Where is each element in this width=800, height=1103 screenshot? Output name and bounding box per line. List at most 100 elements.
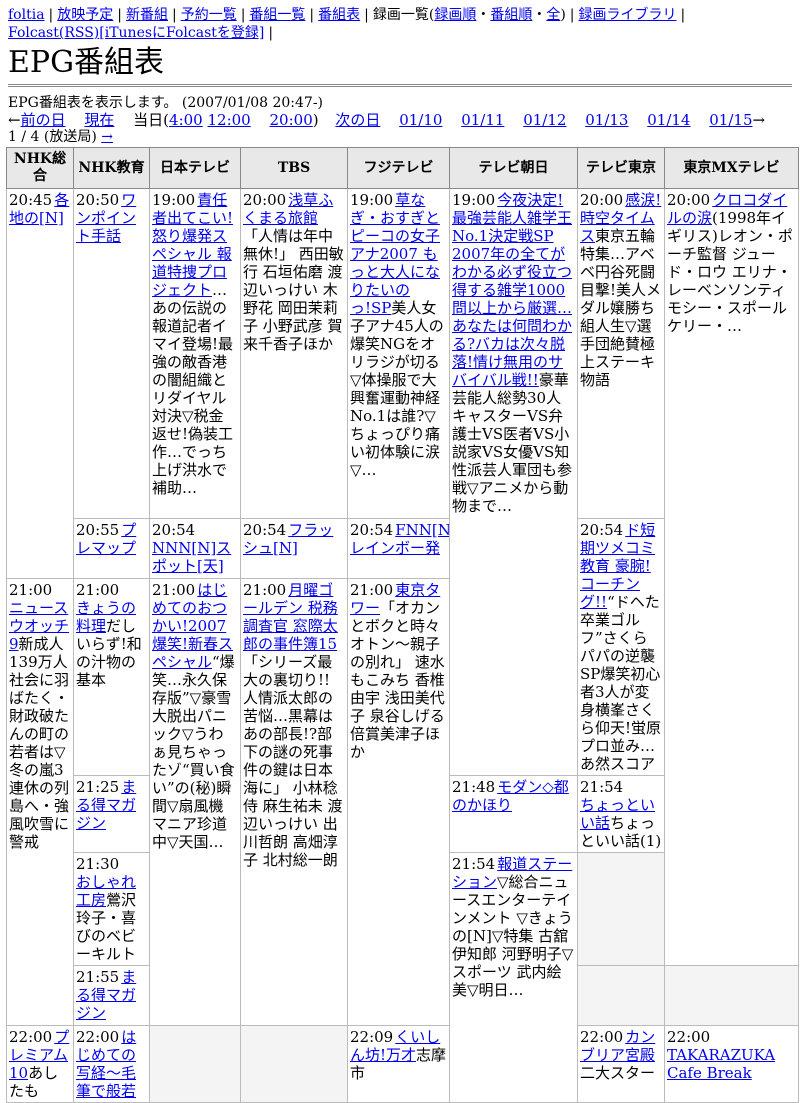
program-time: 21:25 [76,778,120,796]
program-time: 22:00 [667,1028,711,1046]
nav-program-order[interactable]: 番組順 [490,7,532,23]
left-arrow-icon: ← [8,111,21,129]
program-desc: 新成人139万人社会に羽ばたく・財政破たんの町の若者は▽冬の嵐3連休の列島へ・強… [9,635,70,851]
program-cell: 22:09 くいしん坊!万才志摩市 [347,1025,450,1103]
nav-separator: | [268,25,274,41]
program-cell: 21:00 はじめてのおつかい!2007爆笑!新春スペシャル“爆笑…永久保存版”▽… [149,578,241,1026]
today-4-link[interactable]: 4:00 [169,111,203,129]
program-time: 21:54 [452,855,496,873]
program-desc: 「シリーズ最大の裏切り!!人情派太郎の苦悩…黒幕はあの部長!?部下の謎の死事件の… [243,653,343,869]
date-link[interactable]: 01/12 [523,111,566,129]
program-desc: “爆笑…永久保存版”▽豪雪大脱出パニック▽うわぁ見ちゃったゾ“買い食い”の(秘)… [152,653,235,851]
nav-foltia[interactable]: foltia [8,7,45,23]
nav-new-programs[interactable]: 新番組 [126,7,168,23]
program-desc: 「オカンとボクと時々オトン〜親子の別れ」 速水もこみち 香椎由宇 浅田美代子 泉… [350,599,445,761]
today-12-link[interactable]: 12:00 [208,111,251,129]
next-day-link[interactable]: 次の日 [335,111,380,129]
program-desc: “ドヘた卒業ゴルフ”さくらパパの逆襲SP爆笑初心者3人が変身横峯さくら仰天!蛍原… [580,593,662,773]
nav-recording-order[interactable]: 録画順 [434,7,476,23]
empty-cell [664,965,799,1026]
top-nav: foltia | 放映予定 | 新番組 | 予約一覧 | 番組一覧 | 番組表 | 録画一覧(録画順・番… [8,6,792,42]
page-title: EPG番組表 [8,44,792,87]
program-cell: 21:48 モダン◇都のかほり [449,775,578,853]
right-arrow-icon: → [752,111,766,129]
program-cell: 22:00 はじめての写経〜毛筆で般若 [73,1025,150,1103]
program-time: 21:00 [76,581,120,599]
program-cell: 20:54 NNN[N]スポット[天] [149,518,241,579]
program-cell: 20:00 感涙!時空タイムス東京五輪特集…アベベ円谷死闘目撃!美人メダル嬢勝ち組… [577,188,665,519]
channel-header-row: NHK総合 NHK教育 日本テレビ TBS フジテレビ テレビ朝日 テレビ東京 … [6,147,799,189]
program-cell: 20:50 ワンポイント手話 [73,188,150,519]
program-title-link[interactable]: NNN[N]スポット[天] [152,539,231,575]
page-description: EPG番組表を表示します。 (2007/01/08 20:47-) [8,95,324,111]
program-cell: 22:00 プレミアム10あしたも [6,1025,74,1103]
program-time: 19:00 [152,191,196,209]
channel-header: フジテレビ [347,147,450,189]
nav-separator: | [569,7,575,23]
program-desc: 東京五輪特集…アベベ円谷死闘目撃!美人メダル嬢勝ち組人生▽選手団絶賛極上ステーキ… [580,227,662,389]
date-link[interactable]: 01/13 [585,111,628,129]
program-cell: 20:00 浅草ふくまる旅館「人情は年中無休!」 西田敏行 石垣佑磨 渡辺いっけい… [240,188,348,519]
program-cell: 20:54 フラッシュ[N] [240,518,348,579]
program-cell: 20:54FNN[N]レインボー発 [347,518,450,579]
channel-header: テレビ東京 [577,147,665,189]
nav-folcast-rss[interactable]: Folcast(RSS) [8,25,99,41]
program-cell: 21:00 ニュースウオッチ9新成人139万人社会に羽ばたく・財政破たんの町の若者… [6,578,74,1026]
program-time: 21:55 [76,968,120,986]
today-label: 当日( [133,111,170,129]
program-title-link[interactable]: TAKARAZUKA Cafe Break [667,1046,775,1082]
program-cell: 22:00 カンブリア宮殿二大スター [577,1025,665,1103]
next-page-arrow-link[interactable]: → [101,129,113,145]
now-link[interactable]: 現在 [84,111,114,129]
date-link[interactable]: 01/10 [399,111,442,129]
nav-broadcast-schedule[interactable]: 放映予定 [57,7,113,23]
program-cell: 19:00 責任者出てこい!怒り爆発スペシャル 報道特捜プロジェクト…あの伝説の報… [149,188,241,519]
date-link[interactable]: 01/14 [647,111,690,129]
nav-reservation-list[interactable]: 予約一覧 [181,7,237,23]
program-time: 20:55 [76,521,120,539]
program-time: 22:00 [9,1028,53,1046]
program-cell: 22:00 TAKARAZUKA Cafe Break [664,1025,799,1103]
nav-itunes-folcast[interactable]: [iTunesにFolcastを登録] [99,25,264,41]
program-title-link[interactable]: 今夜決定!最強芸能人雑学王No.1決定戦SP 2007年の全てがわかる必ず役立つ… [452,191,572,389]
date-link[interactable]: 01/11 [461,111,504,129]
channel-header: 東京MXテレビ [664,147,799,189]
nav-separator: | [117,7,122,23]
program-time: 20:00 [243,191,287,209]
program-cell: 21:00 東京タワー「オカンとボクと時々オトン〜親子の別れ」 速水もこみち 香椎… [347,578,450,1026]
program-cell: 19:00 草なぎ・おすぎとピーコの女子アナ2007 もっと大人になりたいのっ!S… [347,188,450,519]
nav-recording-library[interactable]: 録画ライブラリ [579,7,677,23]
program-time: 22:00 [76,1028,120,1046]
nav-separator: | [309,7,315,23]
program-time: 21:00 [350,581,394,599]
program-cell: 21:54 報道ステーション▽総合ニュースエンターテインメント ▽きょうの[N]▽… [449,852,578,1103]
program-time: 20:54 [580,521,624,539]
empty-cell [240,1025,348,1103]
program-time: 21:48 [452,778,496,796]
program-desc: 二大スター [580,1064,656,1082]
program-time: 19:00 [350,191,394,209]
nav-program-guide[interactable]: 番組表 [318,7,360,23]
program-time: 20:45 [9,191,53,209]
nav-dot: ・ [476,7,491,23]
channel-header: 日本テレビ [149,147,241,189]
program-time: 20:54 [243,521,287,539]
date-link[interactable]: 01/15 [709,111,752,129]
empty-cell [577,852,665,966]
program-time: 20:54 [152,521,196,539]
program-desc: 美人女子アナ45人の爆笑NGをオリラジが切る▽体操服で大興奮運動神経No.1は誰… [350,299,444,479]
program-time: 21:00 [9,581,53,599]
nav-separator: | [171,7,177,23]
channel-header: NHK教育 [73,147,150,189]
today-20-link[interactable]: 20:00 [270,111,313,129]
program-cell: 19:00 今夜決定!最強芸能人雑学王No.1決定戦SP 2007年の全てがわかる… [449,188,578,776]
nav-paren: ) [560,7,566,23]
nav-program-list[interactable]: 番組一覧 [249,7,305,23]
program-desc: 豪華芸能人総勢30人キャスターVS弁護士VS医者VS小説家VS女優VS知性派芸人… [452,371,573,515]
program-time: 19:00 [452,191,496,209]
program-desc: …あの伝説の報道記者イマイ登場!最強の敵香港の闇組織とリダイヤル対決▽税金返せ!… [152,281,234,497]
nav-recording-all[interactable]: 全 [546,7,560,23]
program-cell: 21:25 まる得マガジン [73,775,150,853]
channel-header: TBS [240,147,348,189]
prev-day-link[interactable]: 前の日 [21,111,66,129]
